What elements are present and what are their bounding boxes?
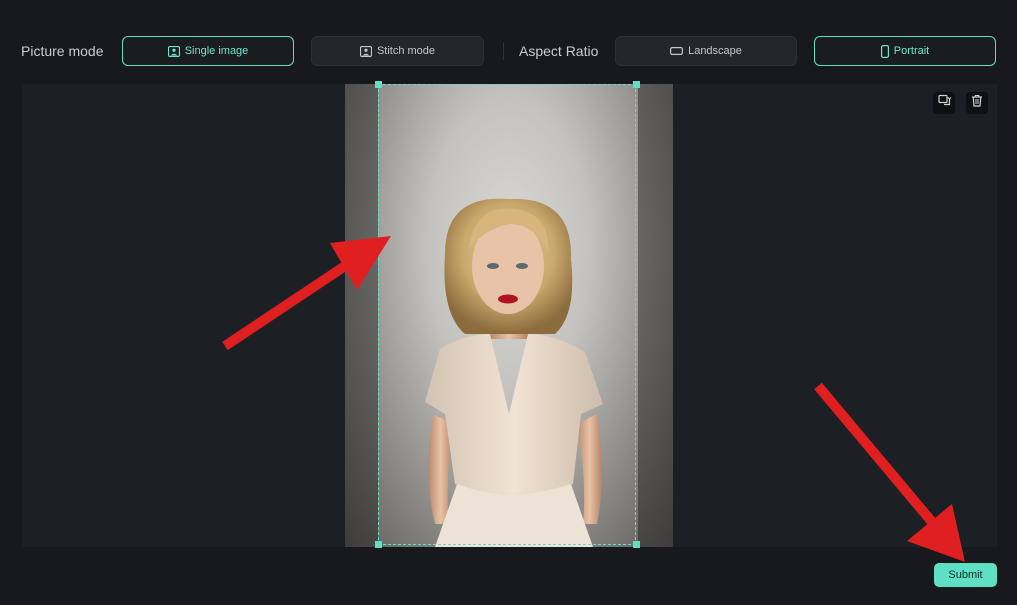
stitch-icon	[359, 45, 372, 57]
picture-mode-label: Picture mode	[21, 43, 104, 59]
toolbar-divider	[503, 42, 504, 60]
crop-dim-left	[345, 84, 378, 547]
crop-frame[interactable]	[378, 84, 636, 545]
landscape-label: Landscape	[688, 45, 742, 57]
landscape-icon	[670, 47, 684, 55]
replace-image-icon	[937, 94, 951, 112]
portrait-label: Portrait	[893, 45, 930, 57]
single-image-label: Single image	[184, 45, 249, 57]
crop-handle-bottom-right[interactable]	[633, 541, 640, 548]
crop-handle-bottom-left[interactable]	[375, 541, 382, 548]
single-image-button[interactable]: Single image	[122, 36, 294, 66]
portrait-button[interactable]: Portrait	[814, 36, 996, 66]
crop-handle-top-right[interactable]	[633, 81, 640, 88]
submit-button[interactable]: Submit	[934, 563, 997, 587]
crop-handle-top-left[interactable]	[375, 81, 382, 88]
image-icon	[167, 45, 180, 57]
stitch-mode-label: Stitch mode	[376, 45, 436, 57]
image-editor-app: Picture mode Single image Stitch mode As…	[0, 0, 1017, 605]
portrait-icon	[880, 44, 889, 58]
crop-dim-right	[638, 84, 673, 547]
aspect-ratio-label: Aspect Ratio	[519, 43, 599, 59]
stitch-mode-button[interactable]: Stitch mode	[311, 36, 484, 66]
delete-image-button[interactable]	[966, 92, 988, 114]
landscape-button[interactable]: Landscape	[615, 36, 797, 66]
replace-image-button[interactable]	[933, 92, 955, 114]
trash-icon	[971, 94, 983, 112]
